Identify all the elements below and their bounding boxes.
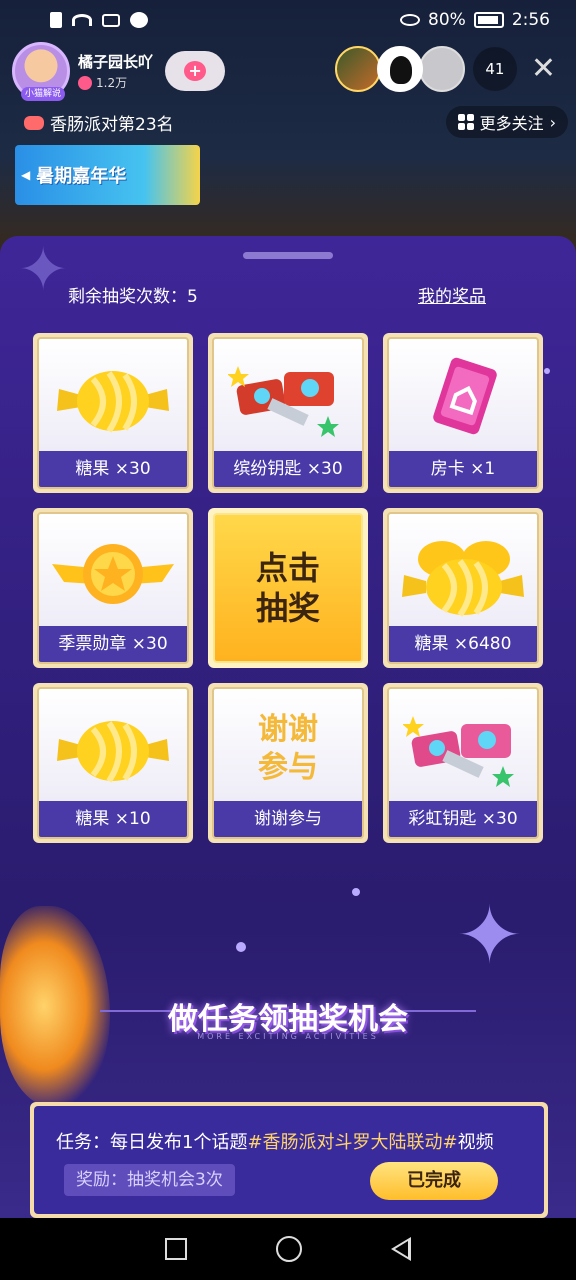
heart-plus-icon: + <box>184 61 207 81</box>
eye-icon <box>400 14 421 26</box>
battery-icon <box>473 12 504 28</box>
host-text: 橘子园长吖 1.2万 <box>78 51 153 91</box>
close-icon[interactable]: ✕ <box>531 54 556 84</box>
task-text: 任务：每日发布1个话题#香肠派对斗罗大陆联动#视频 <box>56 1128 494 1154</box>
clock: 2:56 <box>511 10 550 30</box>
season-medal-icon <box>39 522 187 626</box>
task-hashtag[interactable]: #香肠派对斗罗大陆联动# <box>247 1132 457 1153</box>
grid-icon <box>457 114 474 130</box>
candy-icon <box>39 697 187 801</box>
event-banner[interactable]: ◀ 暑期嘉年华 <box>15 145 200 205</box>
colorful-key-icon <box>214 347 362 451</box>
sim-icon <box>50 12 62 28</box>
remaining-label: 剩余抽奖次数： <box>68 287 187 307</box>
viewer-avatar[interactable] <box>334 46 381 92</box>
draw-line-1: 点击 <box>255 549 320 587</box>
candy-icon <box>39 347 187 451</box>
system-nav-bar <box>0 1218 576 1280</box>
status-icons-right: 80% 2:56 <box>400 10 550 30</box>
star-decoration: ✦ <box>456 889 524 982</box>
prize-grid: 糖果 ×30 缤纷钥匙 ×30 房卡 ×1 季票勋章 ×30 点击 抽奖 糖果 … <box>33 333 543 843</box>
remaining-count: 5 <box>187 287 198 307</box>
home-icon[interactable] <box>275 1236 302 1262</box>
candy-pile-icon <box>389 522 537 626</box>
prize-cell: 季票勋章 ×30 <box>33 508 193 668</box>
prize-label: 糖果 ×30 <box>39 451 187 487</box>
draw-line-2: 抽奖 <box>255 589 320 627</box>
dot-decoration <box>352 888 360 896</box>
viewer-count[interactable]: 41 <box>472 47 517 91</box>
status-bar: 80% 2:56 <box>0 0 576 40</box>
heart-icon <box>78 75 92 90</box>
star-decoration: ✦ <box>18 236 69 305</box>
prize-label: 糖果 ×10 <box>39 801 187 837</box>
rainbow-key-icon <box>389 697 537 801</box>
host-fans: 1.2万 <box>78 74 153 91</box>
prize-label: 谢谢参与 <box>214 801 362 837</box>
fans-count: 1.2万 <box>96 76 128 90</box>
gamepad-icon <box>24 115 44 130</box>
chevron-right-icon: › <box>549 112 556 132</box>
tasks-subtitle: MORE EXCITING ACTIVITIES <box>197 1032 379 1041</box>
thanks-icon: 谢谢 参与 <box>214 697 362 801</box>
rank-info[interactable]: 香肠派对第23名 <box>24 110 174 135</box>
viewer-avatar-default[interactable] <box>418 46 465 92</box>
prize-label: 糖果 ×6480 <box>389 626 537 662</box>
rank-text: 香肠派对第23名 <box>50 115 174 135</box>
task-reward: 奖励：抽奖机会3次 <box>64 1164 235 1196</box>
draw-button-face[interactable]: 点击 抽奖 <box>213 513 363 663</box>
avatar-tag: 小猫解说 <box>21 87 65 101</box>
caret-left-icon: ◀ <box>21 168 31 182</box>
thanks-line-2: 参与 <box>258 750 318 785</box>
lottery-panel: ✦ ✦ 剩余抽奖次数：5 我的奖品 糖果 ×30 缤纷钥匙 ×30 房卡 ×1 … <box>0 236 576 1218</box>
prize-cell: 谢谢 参与 谢谢参与 <box>208 683 368 843</box>
banner-text: 暑期嘉年华 <box>36 166 127 187</box>
recents-icon[interactable] <box>164 1238 187 1260</box>
drag-handle[interactable] <box>243 252 333 259</box>
prize-label: 房卡 ×1 <box>389 451 537 487</box>
video-icon <box>102 13 120 27</box>
viewer-avatar-qq[interactable] <box>376 46 423 92</box>
dot-decoration <box>236 942 246 952</box>
task-card: 任务：每日发布1个话题#香肠派对斗罗大陆联动#视频 奖励：抽奖机会3次 已完成 <box>30 1102 548 1218</box>
wifi-icon <box>72 14 92 26</box>
host-name: 橘子园长吖 <box>78 53 154 71</box>
prize-label: 彩虹钥匙 ×30 <box>389 801 537 837</box>
task-suffix: 视频 <box>457 1132 494 1153</box>
thanks-line-1: 谢谢 <box>258 712 318 747</box>
my-prizes-link[interactable]: 我的奖品 <box>418 282 486 307</box>
status-icons-left <box>50 12 148 28</box>
wechat-icon <box>130 12 148 28</box>
draw-button[interactable]: 点击 抽奖 <box>208 508 368 668</box>
prize-cell: 糖果 ×6480 <box>383 508 543 668</box>
prize-cell: 缤纷钥匙 ×30 <box>208 333 368 493</box>
prize-label: 季票勋章 ×30 <box>39 626 187 662</box>
follow-button[interactable]: + <box>165 51 226 91</box>
prize-cell: 彩虹钥匙 ×30 <box>383 683 543 843</box>
prize-label: 缤纷钥匙 ×30 <box>214 451 362 487</box>
prize-cell: 糖果 ×10 <box>33 683 193 843</box>
battery-percent: 80% <box>428 10 466 30</box>
dot-decoration <box>544 368 550 374</box>
back-icon[interactable] <box>391 1237 412 1261</box>
task-prefix: 任务：每日发布1个话题 <box>56 1132 248 1153</box>
prize-cell: 房卡 ×1 <box>383 333 543 493</box>
viewer-row: 41 ✕ <box>334 46 556 92</box>
task-done-button[interactable]: 已完成 <box>370 1162 498 1200</box>
host-avatar[interactable]: 小猫解说 <box>12 42 70 101</box>
room-card-icon <box>389 347 537 451</box>
prize-cell: 糖果 ×30 <box>33 333 193 493</box>
remaining-draws: 剩余抽奖次数：5 <box>68 282 198 307</box>
host-info[interactable]: 小猫解说 橘子园长吖 1.2万 + <box>12 42 226 101</box>
more-follow-label: 更多关注 <box>479 114 544 133</box>
more-follow-button[interactable]: 更多关注 › <box>445 106 568 138</box>
